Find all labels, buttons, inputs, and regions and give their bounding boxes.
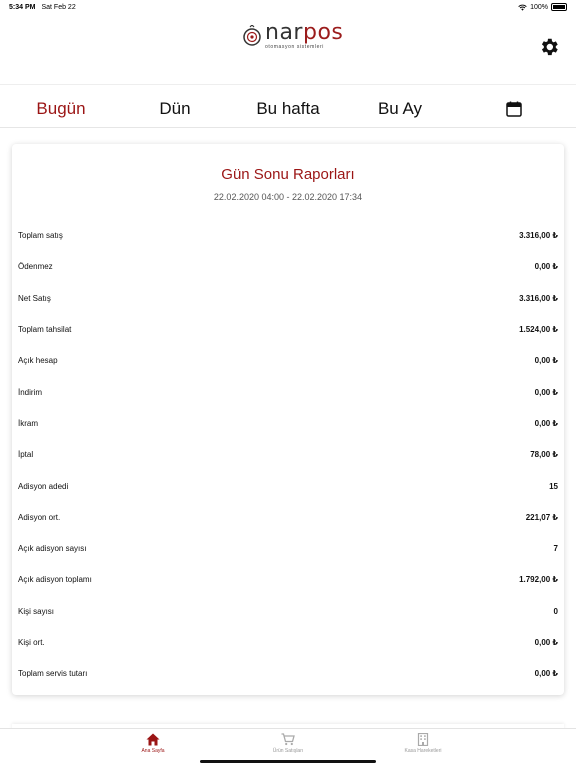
report-row: Toplam tahsilat 1.524,00 ₺ — [12, 314, 564, 345]
nav-home-label: Ana Sayfa — [141, 748, 165, 754]
status-date: Sat Feb 22 — [41, 3, 76, 11]
report-title: Gün Sonu Raporları — [221, 166, 355, 183]
row-value: 3.316,00 ₺ — [519, 231, 558, 241]
row-label: Kişi sayısı — [18, 606, 55, 616]
row-value: 1.524,00 ₺ — [519, 325, 558, 335]
building-icon — [417, 733, 429, 746]
row-label: Toplam satış — [18, 231, 63, 241]
report-row: Adisyon adedi 15 — [12, 470, 564, 501]
gear-icon[interactable] — [538, 36, 560, 58]
tab-today[interactable]: Bugün — [36, 99, 85, 119]
row-label: İndirim — [18, 387, 43, 397]
report-row: Açık adisyon sayısı 7 — [12, 533, 564, 564]
row-value: 15 — [549, 481, 558, 491]
narpos-logo: narpos otomasyon sistemleri — [243, 22, 343, 50]
battery-percent: 100% — [530, 3, 548, 11]
home-indicator — [200, 760, 376, 763]
end-of-day-report-card: Gün Sonu Raporları 22.02.2020 04:00 - 22… — [12, 144, 564, 695]
row-label: Adisyon adedi — [18, 481, 69, 491]
period-tabs: Bugün Dün Bu hafta Bu Ay — [0, 95, 576, 128]
row-value: 0,00 ₺ — [534, 638, 558, 647]
row-value: 0,00 ₺ — [534, 418, 558, 428]
tab-this-week[interactable]: Bu hafta — [256, 99, 319, 119]
row-label: Açık hesap — [18, 356, 58, 366]
report-row: Ödenmez 0,00 ₺ — [12, 251, 564, 282]
report-row: İndirim 0,00 ₺ — [12, 376, 564, 407]
row-label: Kişi ort. — [18, 638, 45, 647]
row-label: Toplam tahsilat — [18, 325, 72, 335]
nav-cash-movements-label: Kasa Hareketleri — [404, 748, 442, 754]
row-value: 0 — [553, 606, 558, 616]
row-label: İkram — [18, 418, 38, 428]
report-row: İptal 78,00 ₺ — [12, 439, 564, 470]
report-row: İkram 0,00 ₺ — [12, 408, 564, 439]
pomegranate-logo-icon — [243, 25, 261, 46]
row-label: İptal — [18, 450, 34, 460]
row-value: 1.792,00 ₺ — [519, 575, 558, 585]
home-icon — [146, 733, 160, 746]
logo-brand-left: nar — [265, 20, 303, 45]
row-value: 0,00 ₺ — [534, 669, 558, 679]
report-row: Açık hesap 0,00 ₺ — [12, 345, 564, 376]
report-date-range: 22.02.2020 04:00 - 22.02.2020 17:34 — [213, 192, 363, 202]
status-bar: 5:34 PM Sat Feb 22 100% — [0, 0, 576, 14]
row-label: Açık adisyon toplamı — [18, 575, 92, 585]
app-header: narpos otomasyon sistemleri — [0, 14, 576, 85]
row-value: 221,07 ₺ — [525, 512, 558, 522]
cart-icon — [281, 733, 295, 746]
battery-icon — [551, 3, 567, 11]
nav-product-sales-label: Ürün Satışları — [272, 748, 304, 754]
wifi-icon — [518, 4, 527, 11]
row-label: Toplam servis tutarı — [18, 669, 88, 679]
tab-yesterday[interactable]: Dün — [159, 99, 190, 119]
logo-tagline: otomasyon sistemleri — [265, 44, 324, 50]
row-label: Açık adisyon sayısı — [18, 544, 87, 554]
row-value: 3.316,00 ₺ — [519, 293, 558, 303]
report-row: Kişi ort. 0,00 ₺ — [12, 627, 564, 658]
nav-cash-movements[interactable]: Kasa Hareketleri — [363, 733, 483, 754]
status-time: 5:34 PM — [9, 3, 36, 11]
row-value: 0,00 ₺ — [534, 262, 558, 272]
report-row: Adisyon ort. 221,07 ₺ — [12, 502, 564, 533]
row-value: 7 — [553, 544, 558, 554]
tab-this-month[interactable]: Bu Ay — [378, 99, 422, 119]
row-label: Ödenmez — [18, 262, 53, 272]
app-screen: 5:34 PM Sat Feb 22 100% narpos otomasyon… — [0, 0, 576, 768]
row-value: 78,00 ₺ — [530, 450, 558, 460]
report-row: Toplam servis tutarı 0,00 ₺ — [12, 658, 564, 689]
report-row: Kişi sayısı 0 — [12, 596, 564, 627]
row-label: Adisyon ort. — [18, 512, 61, 522]
logo-brand-right: pos — [302, 20, 344, 45]
nav-home[interactable]: Ana Sayfa — [93, 733, 213, 754]
report-row: Net Satış 3.316,00 ₺ — [12, 283, 564, 314]
nav-product-sales[interactable]: Ürün Satışları — [228, 733, 348, 754]
row-value: 0,00 ₺ — [534, 387, 558, 397]
calendar-icon[interactable] — [506, 101, 522, 117]
row-value: 0,00 ₺ — [534, 356, 558, 366]
row-label: Net Satış — [18, 293, 51, 303]
report-row: Toplam satış 3.316,00 ₺ — [12, 220, 564, 251]
report-row: Açık adisyon toplamı 1.792,00 ₺ — [12, 564, 564, 595]
report-rows: Toplam satış 3.316,00 ₺ Ödenmez 0,00 ₺ Net… — [12, 220, 564, 689]
